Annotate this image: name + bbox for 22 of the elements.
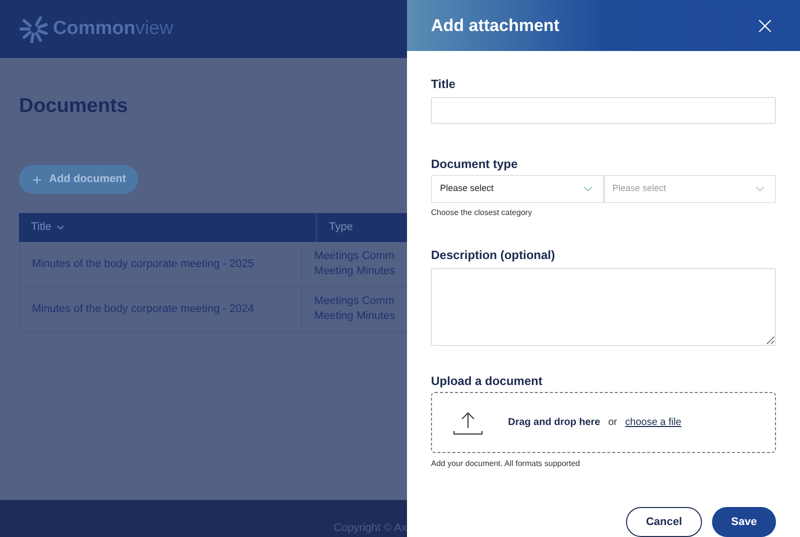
choose-file-link[interactable]: choose a file bbox=[625, 415, 682, 430]
or-text: or bbox=[608, 416, 618, 430]
select-field[interactable]: Please select bbox=[431, 175, 604, 203]
plus-icon bbox=[31, 174, 43, 186]
description-textarea[interactable] bbox=[431, 268, 776, 346]
column-header[interactable]: Title bbox=[19, 213, 317, 242]
hint-text: Add your document. All formats supported bbox=[431, 458, 581, 470]
field-label: Upload a document bbox=[431, 373, 544, 390]
field-label: Document type bbox=[431, 156, 519, 173]
hint-text: Choose the closest category bbox=[431, 207, 533, 219]
panel-title: Add attachment bbox=[431, 14, 560, 37]
drop-text: Drag and drop here bbox=[508, 416, 600, 430]
page-heading: Documents bbox=[19, 94, 129, 119]
field-label: Title bbox=[431, 76, 456, 93]
upload-icon bbox=[452, 410, 484, 436]
cancel-button[interactable]: Cancel bbox=[626, 507, 702, 537]
save-button[interactable]: Save bbox=[712, 507, 776, 537]
column-header[interactable]: Type bbox=[317, 213, 407, 242]
drop-zone[interactable]: Drag and drop here or choose a file bbox=[431, 392, 776, 453]
logo-icon bbox=[19, 14, 49, 44]
field-label: Description (optional) bbox=[431, 247, 556, 264]
title-input[interactable] bbox=[431, 97, 776, 124]
